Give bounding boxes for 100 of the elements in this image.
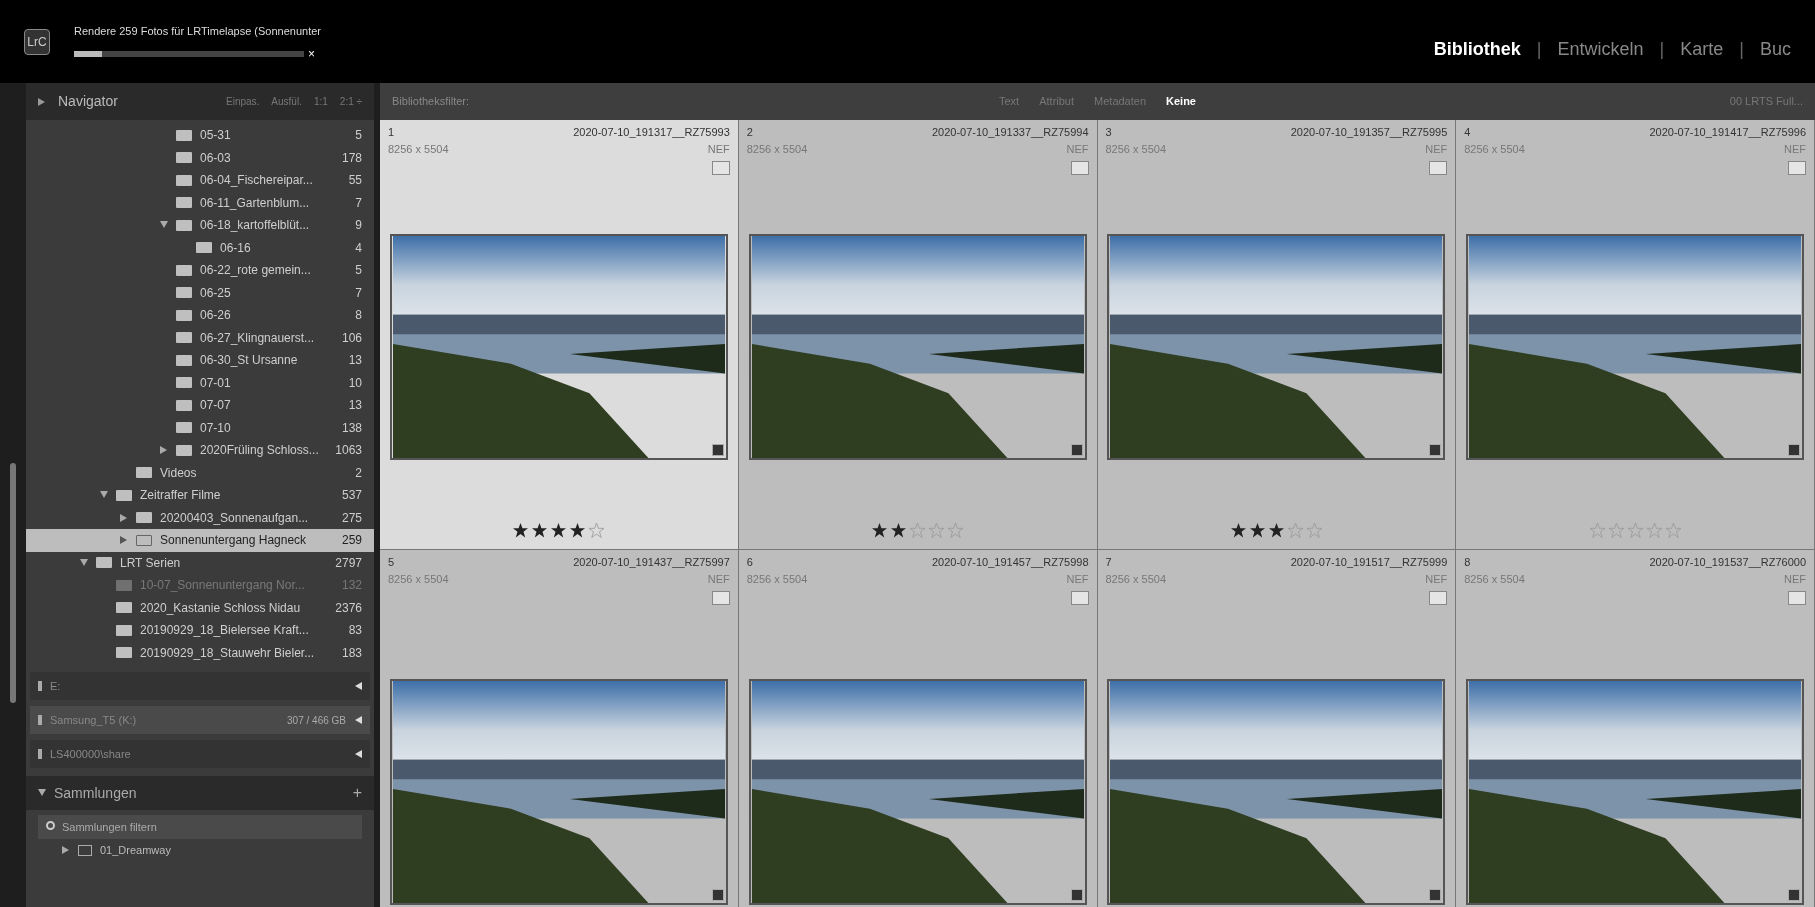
expanded-triangle-icon[interactable] <box>80 558 88 567</box>
star-rating[interactable] <box>1230 522 1322 538</box>
panel-triangle-icon[interactable] <box>38 97 46 106</box>
folder-name: 07-07 <box>200 397 232 415</box>
photo-dimensions: 8256 x 5504 <box>746 571 808 587</box>
collapsed-triangle-icon[interactable] <box>120 536 128 545</box>
add-button[interactable]: + <box>352 781 362 805</box>
metadata-icon[interactable] <box>1429 591 1448 605</box>
module-tab[interactable]: Buc <box>1759 36 1791 63</box>
folder-icon <box>136 467 152 479</box>
module-tab[interactable]: Karte <box>1680 36 1724 63</box>
star-icon <box>910 522 926 538</box>
folder-row[interactable]: 06-22_rote gemein... 5 <box>26 259 374 282</box>
star-rating[interactable] <box>872 522 964 538</box>
metadata-icon[interactable] <box>1070 591 1089 605</box>
photo-cell[interactable]: 6 2020-07-10_191457__RZ75998 8256 x 5504 NEF <box>738 550 1098 907</box>
folder-name: 06-18_kartoffelblüt... <box>200 217 311 235</box>
cancel-button[interactable]: × <box>308 47 315 60</box>
drive-icon <box>38 749 42 759</box>
metadata-icon[interactable] <box>1429 161 1448 175</box>
edit-badge-icon <box>1788 444 1801 456</box>
folder-icon <box>196 242 212 254</box>
scrollbar-thumb[interactable] <box>10 463 16 703</box>
collapse-triangle-icon[interactable] <box>354 750 362 758</box>
photo-cell[interactable]: 5 2020-07-10_191437__RZ75997 8256 x 5504 NEF <box>380 550 739 907</box>
folder-row[interactable]: LRT Serien 2797 <box>26 551 374 574</box>
panel-triangle-icon[interactable] <box>38 789 46 797</box>
collapsed-triangle-icon[interactable] <box>160 446 168 455</box>
expanded-triangle-icon[interactable] <box>100 491 108 500</box>
folder-row[interactable]: 07-07 13 <box>26 394 374 417</box>
folder-row[interactable]: 06-25 7 <box>26 281 374 304</box>
folder-row[interactable]: 06-03 178 <box>26 146 374 169</box>
photo-filename: 2020-07-10_191337__RZ75994 <box>931 125 1089 140</box>
folder-row[interactable]: 06-18_kartoffelblüt... 9 <box>26 214 374 237</box>
file-format: NEF <box>1066 571 1089 587</box>
filter-tab[interactable]: Keine <box>1166 93 1196 110</box>
folder-name: 06-16 <box>220 239 252 257</box>
collapse-triangle-icon[interactable] <box>354 716 362 724</box>
photo-cell[interactable]: 2 2020-07-10_191337__RZ75994 8256 x 5504 NEF <box>738 120 1098 550</box>
folder-row[interactable]: 07-01 10 <box>26 371 374 394</box>
folder-row[interactable]: 06-16 4 <box>26 236 374 259</box>
folder-name: LRT Serien <box>120 554 182 572</box>
metadata-icon[interactable] <box>711 591 730 605</box>
star-icon <box>570 522 586 538</box>
folder-icon <box>116 579 132 591</box>
panel-title[interactable]: Sammlungen <box>54 782 345 804</box>
folder-row[interactable]: 06-30_St Ursanne 13 <box>26 349 374 372</box>
star-rating[interactable] <box>513 522 605 538</box>
folder-row[interactable]: 06-26 8 <box>26 304 374 327</box>
folder-row[interactable]: Zeitraffer Filme 537 <box>26 484 374 507</box>
folder-row[interactable]: 20190929_18_Stauwehr Bieler... 183 <box>26 641 374 664</box>
folder-icon <box>176 377 192 389</box>
volume-name: Samsung_T5 (K:) <box>50 712 138 728</box>
module-tab[interactable]: Entwickeln <box>1557 36 1644 63</box>
folder-row[interactable]: 2020Früling Schloss... 1063 <box>26 439 374 462</box>
folder-row[interactable]: 06-04_Fischereipar... 55 <box>26 169 374 192</box>
metadata-icon[interactable] <box>1788 161 1806 175</box>
collection-name[interactable]: 01_Dreamway <box>100 841 171 859</box>
file-format: NEF <box>1784 571 1806 587</box>
metadata-icon[interactable] <box>1788 591 1806 605</box>
photo-cell[interactable]: 7 2020-07-10_191517__RZ75999 8256 x 5504 NEF <box>1097 550 1457 907</box>
photo-cell[interactable]: 4 2020-07-10_191417__RZ75996 8256 x 5504 NEF <box>1456 120 1815 550</box>
module-separator: | <box>1739 38 1744 61</box>
folder-name: 06-22_rote gemein... <box>200 262 312 280</box>
module-tab[interactable]: Bibliothek <box>1433 36 1521 63</box>
folder-row[interactable]: 07-10 138 <box>26 416 374 439</box>
volume-row[interactable]: Samsung_T5 (K:) 307 / 466 GB <box>30 706 370 734</box>
folder-row[interactable]: 06-11_Gartenblum... 7 <box>26 191 374 214</box>
star-rating[interactable] <box>1589 522 1681 538</box>
folder-row[interactable]: 06-27_Klingnauerst... 106 <box>26 326 374 349</box>
collapsed-triangle-icon[interactable] <box>120 513 128 522</box>
metadata-icon[interactable] <box>711 161 730 175</box>
photo-cell[interactable]: 3 2020-07-10_191357__RZ75995 8256 x 5504 NEF <box>1097 120 1457 550</box>
folder-row[interactable]: 05-31 5 <box>26 124 374 147</box>
photo-cell[interactable]: 1 2020-07-10_191317__RZ75993 8256 x 5504 NEF <box>380 120 739 550</box>
folder-row[interactable]: Sonnenuntergang Hagneck 259 <box>26 529 374 552</box>
collapsed-triangle-icon[interactable] <box>62 846 70 854</box>
photo-dimensions: 8256 x 5504 <box>746 141 808 157</box>
folder-row[interactable]: Videos 2 <box>26 461 374 484</box>
collapse-triangle-icon[interactable] <box>354 682 362 690</box>
metadata-icon[interactable] <box>1070 161 1089 175</box>
folder-count: 9 <box>355 217 362 235</box>
photo-cell[interactable]: 8 2020-07-10_191537__RZ76000 8256 x 5504 NEF <box>1456 550 1815 907</box>
star-icon <box>513 522 529 538</box>
expanded-triangle-icon[interactable] <box>160 221 168 230</box>
volume-row[interactable]: E: <box>30 672 370 700</box>
star-icon <box>1306 522 1322 538</box>
folder-icon <box>176 422 192 434</box>
photo-index: 2 <box>746 125 753 140</box>
folder-row[interactable]: 20200403_Sonnenaufgan... 275 <box>26 506 374 529</box>
search-field[interactable]: Sammlungen filtern <box>38 815 362 839</box>
star-icon <box>1268 522 1284 538</box>
folder-name: Sonnenuntergang Hagneck <box>160 532 308 550</box>
star-icon <box>1287 522 1303 538</box>
panel-title[interactable]: Navigator <box>58 91 214 112</box>
filter-label: Bibliotheksfilter: <box>392 94 471 110</box>
star-icon <box>1230 522 1246 538</box>
folder-row[interactable]: 20190929_18_Bielersee Kraft... 83 <box>26 619 374 642</box>
folder-row[interactable]: 2020_Kastanie Schloss Nidau 2376 <box>26 596 374 619</box>
volume-row[interactable]: LS400000\share <box>30 740 370 768</box>
